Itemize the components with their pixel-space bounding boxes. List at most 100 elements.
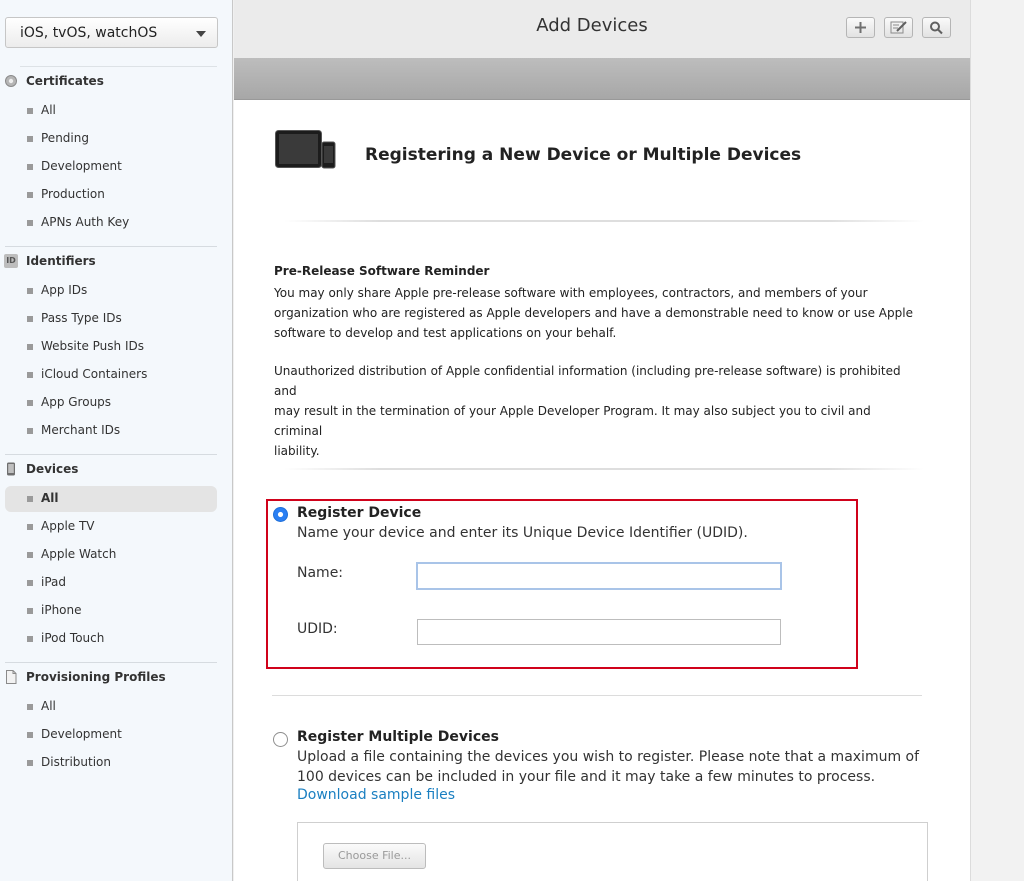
- sidebar-item-profiles-all[interactable]: All: [5, 694, 217, 720]
- name-field[interactable]: [416, 562, 782, 590]
- text-line: Unauthorized distribution of Apple confi…: [274, 364, 901, 398]
- sidebar-item-label: Merchant IDs: [41, 423, 121, 437]
- bullet: [27, 316, 33, 322]
- bullet: [27, 636, 33, 642]
- udid-field[interactable]: [417, 619, 781, 645]
- section-identifiers: ID Identifiers: [0, 252, 233, 272]
- sidebar-item-ipad[interactable]: iPad: [5, 570, 217, 596]
- sidebar-item-label: All: [41, 491, 59, 505]
- plus-icon: [855, 22, 866, 33]
- bullet: [27, 220, 33, 226]
- reminder-paragraph-2: Unauthorized distribution of Apple confi…: [274, 361, 914, 461]
- sidebar-item-website-push-ids[interactable]: Website Push IDs: [5, 334, 217, 360]
- bullet: [27, 372, 33, 378]
- bullet: [27, 524, 33, 530]
- bullet: [27, 400, 33, 406]
- bullet: [27, 136, 33, 142]
- search-button[interactable]: [922, 17, 951, 38]
- divider: [284, 468, 924, 470]
- download-sample-files-link[interactable]: Download sample files: [297, 787, 455, 803]
- sidebar-item-production[interactable]: Production: [5, 182, 217, 208]
- sidebar-item-certificates-development[interactable]: Development: [5, 154, 217, 180]
- sidebar-item-label: Apple Watch: [41, 547, 117, 561]
- section-certificates: Certificates: [0, 72, 233, 92]
- text-line: liability.: [274, 444, 320, 458]
- sidebar-item-label: All: [41, 699, 56, 713]
- section-title: Identifiers: [26, 254, 96, 268]
- register-multiple-radio[interactable]: [273, 732, 288, 747]
- section-title: Devices: [26, 462, 79, 476]
- sidebar-item-profiles-development[interactable]: Development: [5, 722, 217, 748]
- header: Add Devices: [234, 0, 970, 58]
- upload-area: Choose File...: [297, 822, 928, 881]
- sidebar-item-ipod-touch[interactable]: iPod Touch: [5, 626, 217, 652]
- register-multiple-description: Upload a file containing the devices you…: [297, 747, 919, 787]
- sidebar-item-pass-type-ids[interactable]: Pass Type IDs: [5, 306, 217, 332]
- bullet: [27, 164, 33, 170]
- choose-file-button[interactable]: Choose File...: [323, 843, 426, 869]
- platform-label: iOS, tvOS, watchOS: [20, 25, 158, 41]
- text-line: You may only share Apple pre-release sof…: [274, 286, 868, 300]
- register-multiple-title: Register Multiple Devices: [297, 729, 499, 745]
- bullet: [27, 496, 33, 502]
- sidebar-item-certificates-all[interactable]: All: [5, 98, 217, 124]
- name-input[interactable]: [418, 564, 780, 588]
- window-margin: [970, 0, 1024, 881]
- sidebar-item-label: Pending: [41, 131, 89, 145]
- bullet: [27, 428, 33, 434]
- text-line: organization who are registered as Apple…: [274, 306, 913, 320]
- bullet: [27, 344, 33, 350]
- divider: [5, 246, 217, 247]
- platform-dropdown[interactable]: iOS, tvOS, watchOS: [5, 17, 218, 48]
- register-device-description: Name your device and enter its Unique De…: [297, 525, 748, 541]
- sidebar-item-label: Website Push IDs: [41, 339, 144, 353]
- sidebar-item-label: Development: [41, 727, 122, 741]
- sidebar-item-distribution[interactable]: Distribution: [5, 750, 217, 776]
- register-device-radio[interactable]: [273, 507, 288, 522]
- sidebar-item-label: Pass Type IDs: [41, 311, 122, 325]
- sidebar-item-apple-watch[interactable]: Apple Watch: [5, 542, 217, 568]
- sidebar: iOS, tvOS, watchOS Certificates All Pend…: [0, 0, 233, 881]
- sidebar-item-label: Development: [41, 159, 122, 173]
- sidebar-item-iphone[interactable]: iPhone: [5, 598, 217, 624]
- sidebar-item-app-ids[interactable]: App IDs: [5, 278, 217, 304]
- sidebar-item-label: iPod Touch: [41, 631, 105, 645]
- sidebar-item-apns-auth-key[interactable]: APNs Auth Key: [5, 210, 217, 236]
- section-title: Certificates: [26, 74, 104, 88]
- devices-illustration-icon: [275, 130, 336, 169]
- page-title: Registering a New Device or Multiple Dev…: [365, 145, 802, 165]
- text-line: software to develop and test application…: [274, 326, 617, 340]
- sidebar-item-label: APNs Auth Key: [41, 215, 130, 229]
- section-provisioning-profiles: Provisioning Profiles: [0, 668, 233, 688]
- id-icon: ID: [4, 254, 18, 268]
- divider: [272, 695, 922, 696]
- edit-button[interactable]: [884, 17, 913, 38]
- divider: [5, 454, 217, 455]
- device-icon: [7, 462, 15, 476]
- bullet: [27, 108, 33, 114]
- sidebar-item-merchant-ids[interactable]: Merchant IDs: [5, 418, 217, 444]
- sidebar-item-label: Production: [41, 187, 105, 201]
- sidebar-item-icloud-containers[interactable]: iCloud Containers: [5, 362, 217, 388]
- reminder-title: Pre-Release Software Reminder: [274, 264, 490, 278]
- section-devices: Devices: [0, 460, 233, 480]
- main-content: Registering a New Device or Multiple Dev…: [234, 100, 970, 881]
- sidebar-item-label: Apple TV: [41, 519, 95, 533]
- sidebar-item-apple-tv[interactable]: Apple TV: [5, 514, 217, 540]
- sidebar-item-label: All: [41, 103, 56, 117]
- bullet: [27, 552, 33, 558]
- sidebar-item-label: iCloud Containers: [41, 367, 148, 381]
- add-button[interactable]: [846, 17, 875, 38]
- bullet: [27, 192, 33, 198]
- sidebar-item-app-groups[interactable]: App Groups: [5, 390, 217, 416]
- udid-label: UDID:: [297, 621, 338, 637]
- bullet: [27, 704, 33, 710]
- section-title: Provisioning Profiles: [26, 670, 166, 684]
- sidebar-item-label: App Groups: [41, 395, 112, 409]
- sidebar-item-pending[interactable]: Pending: [5, 126, 217, 152]
- text-line: may result in the termination of your Ap…: [274, 404, 871, 438]
- udid-input[interactable]: [418, 620, 780, 644]
- bullet: [27, 760, 33, 766]
- bullet: [27, 608, 33, 614]
- sidebar-item-devices-all[interactable]: All: [5, 486, 217, 512]
